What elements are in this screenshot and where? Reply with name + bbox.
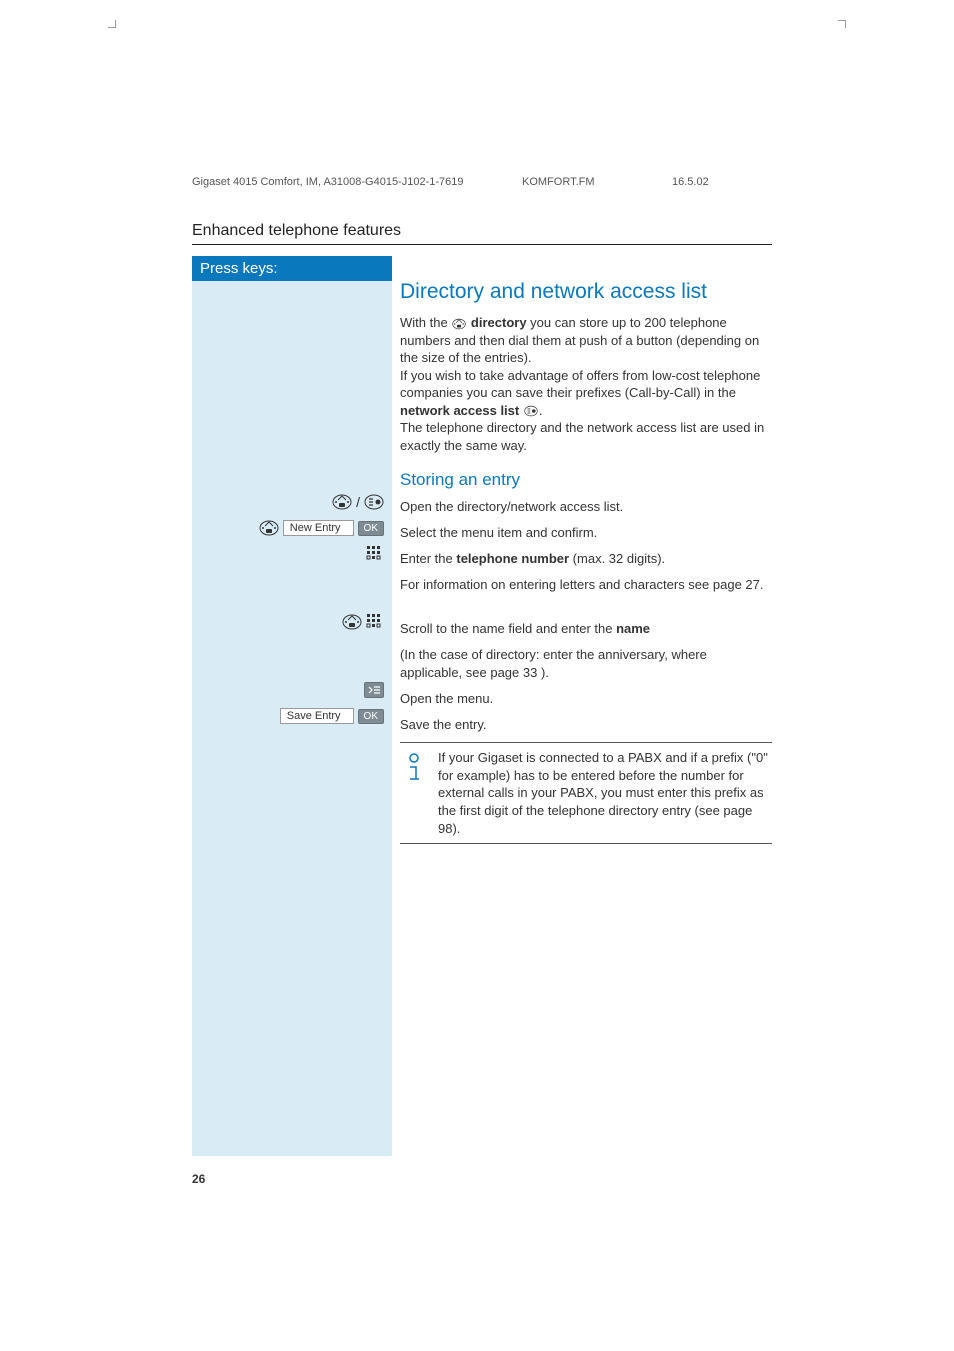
keypad-icon bbox=[366, 545, 384, 563]
keypad-icon bbox=[366, 613, 384, 631]
step-open-menu: Open the menu. bbox=[400, 690, 772, 708]
ok-softkey: OK bbox=[358, 709, 384, 724]
step-select-item: Select the menu item and confirm. bbox=[400, 524, 772, 542]
menu-item-save-entry: Save Entry bbox=[280, 708, 354, 724]
crop-mark bbox=[838, 20, 846, 28]
intro-text-d: . bbox=[539, 403, 543, 418]
content-column: Directory and network access list With t… bbox=[400, 256, 772, 844]
key-row-open-menu bbox=[198, 680, 386, 700]
doc-date: 16.5.02 bbox=[672, 176, 772, 188]
step-scroll-name: Scroll to the name field and enter the n… bbox=[400, 620, 772, 638]
nav-scroll-icon bbox=[342, 612, 362, 632]
heading-directory: Directory and network access list bbox=[400, 280, 772, 304]
key-row-new-entry: New Entry OK bbox=[198, 518, 386, 538]
heading-storing: Storing an entry bbox=[400, 470, 772, 490]
intro-directory-bold: directory bbox=[471, 315, 527, 330]
ok-softkey: OK bbox=[358, 521, 384, 536]
intro-nal-bold: network access list bbox=[400, 403, 519, 418]
key-row-save-entry: Save Entry OK bbox=[198, 706, 386, 726]
crop-mark bbox=[108, 20, 116, 28]
nav-select-icon bbox=[259, 518, 279, 538]
info-box: If your Gigaset is connected to a PABX a… bbox=[400, 742, 772, 844]
info-text: If your Gigaset is connected to a PABX a… bbox=[438, 749, 772, 837]
intro-text-c: If you wish to take advantage of offers … bbox=[400, 368, 760, 401]
doc-id: Gigaset 4015 Comfort, IM, A31008-G4015-J… bbox=[192, 176, 522, 188]
s3a: Enter the bbox=[400, 551, 456, 566]
nav-down-inline-icon bbox=[451, 317, 467, 331]
press-keys-header: Press keys: bbox=[192, 256, 392, 281]
menu-item-new-entry: New Entry bbox=[283, 520, 354, 536]
menu-softkey-icon bbox=[364, 682, 384, 698]
info-icon bbox=[400, 749, 424, 837]
network-list-inline-icon bbox=[523, 404, 539, 418]
page-number: 26 bbox=[192, 1172, 205, 1186]
section-rule bbox=[192, 244, 772, 245]
step-letters-info: For information on entering letters and … bbox=[400, 576, 772, 612]
section-title: Enhanced telephone features bbox=[192, 222, 401, 240]
s5b: name bbox=[616, 621, 650, 636]
key-row-scroll-name bbox=[198, 612, 386, 632]
step-open-list: Open the directory/network access list. bbox=[400, 498, 772, 516]
key-row-spacer-2 bbox=[198, 638, 386, 674]
file-name: KOMFORT.FM bbox=[522, 176, 672, 188]
key-row-enter-number bbox=[198, 544, 386, 564]
key-row-spacer-1 bbox=[198, 570, 386, 606]
step-save-entry: Save the entry. bbox=[400, 716, 772, 734]
intro-text-a: With the bbox=[400, 315, 451, 330]
step-anniversary: (In the case of directory: enter the ann… bbox=[400, 646, 772, 682]
s3b: telephone number bbox=[456, 551, 569, 566]
intro-paragraph: With the directory you can store up to 2… bbox=[400, 314, 772, 454]
s5a: Scroll to the name field and enter the bbox=[400, 621, 616, 636]
slash: / bbox=[356, 494, 360, 510]
key-row-open-list: / bbox=[198, 492, 386, 512]
key-steps: / New Entry OK bbox=[198, 492, 386, 732]
s3c: (max. 32 digits). bbox=[569, 551, 665, 566]
key-sequence-column: Press keys: / New Entry OK bbox=[192, 256, 392, 1156]
running-header: Gigaset 4015 Comfort, IM, A31008-G4015-J… bbox=[192, 176, 772, 188]
step-enter-number: Enter the telephone number (max. 32 digi… bbox=[400, 550, 772, 568]
nav-down-icon bbox=[332, 492, 352, 512]
network-list-icon bbox=[364, 492, 384, 512]
intro-text-e: The telephone directory and the network … bbox=[400, 420, 764, 453]
